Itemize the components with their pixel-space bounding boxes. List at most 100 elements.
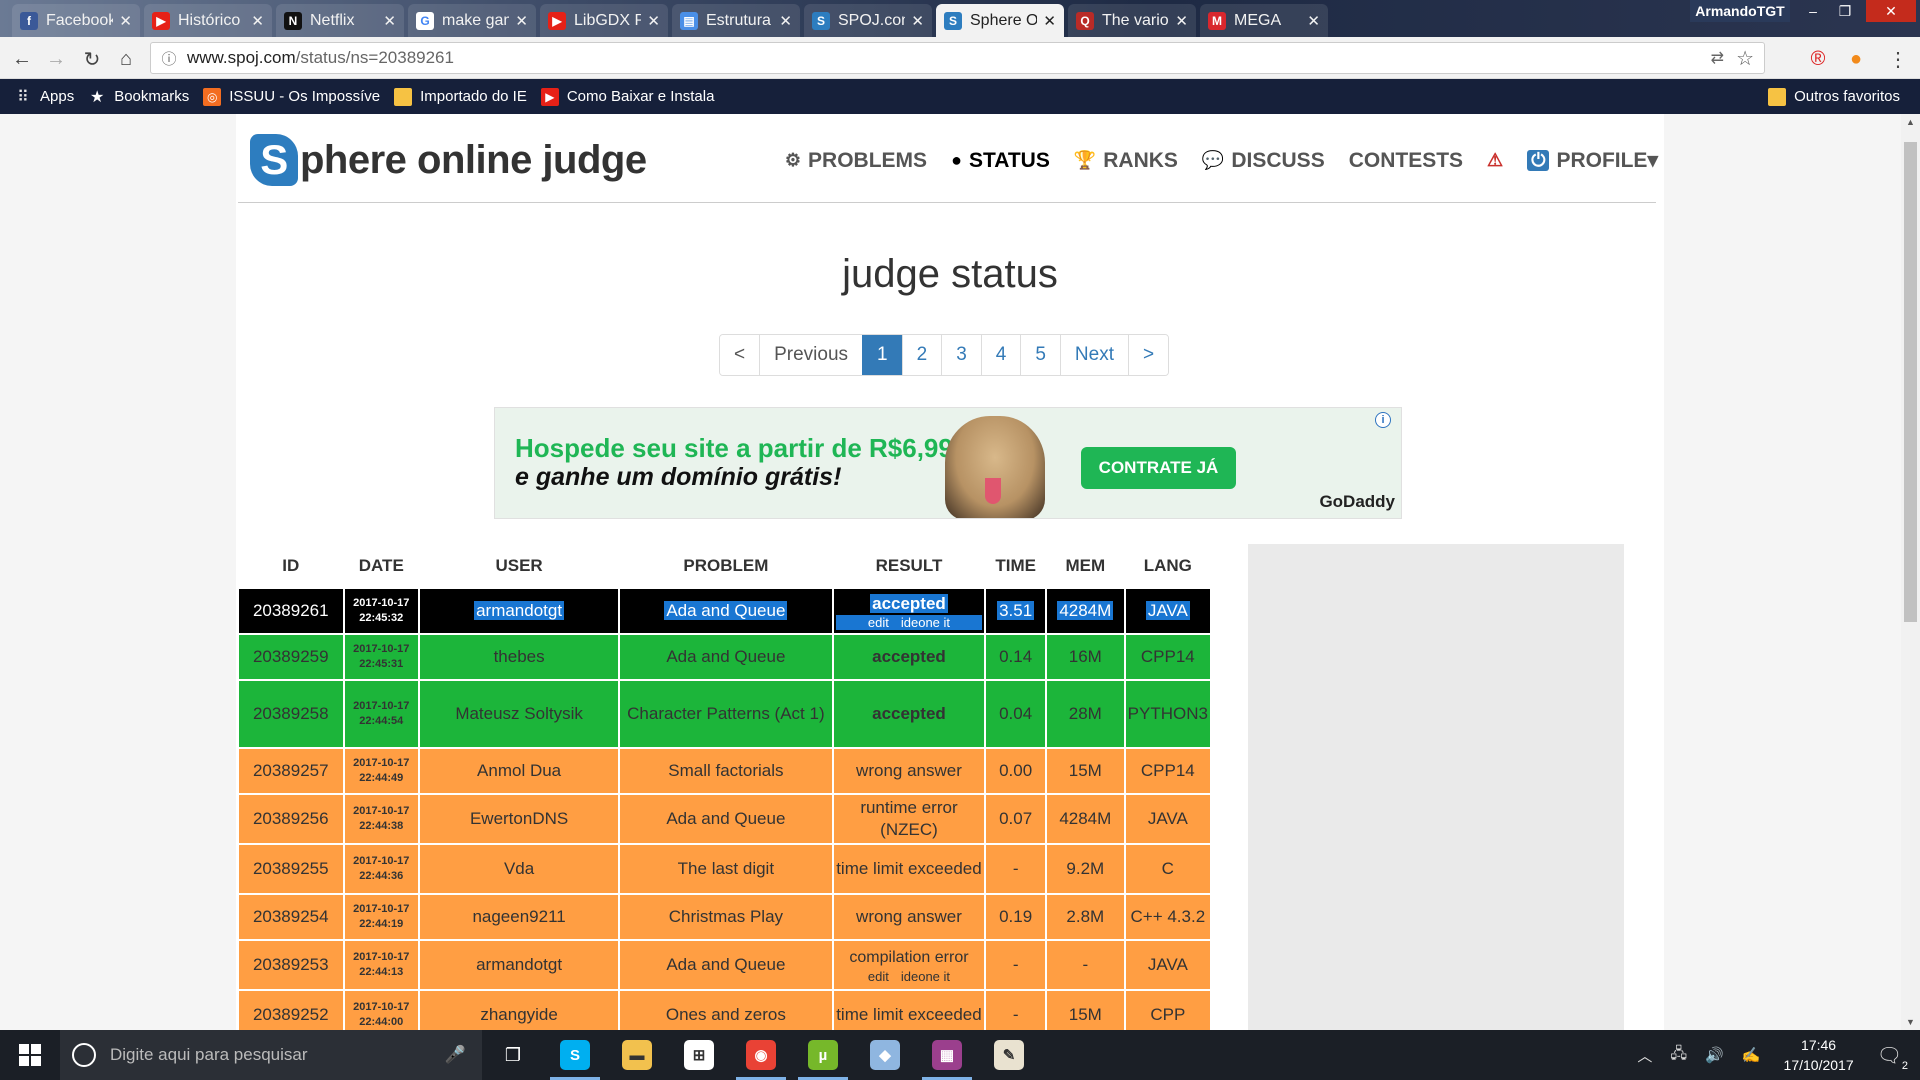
taskbar-clock[interactable]: 17:46 17/10/2017 xyxy=(1784,1035,1854,1075)
tab-close-icon[interactable]: ✕ xyxy=(647,12,660,30)
page-scrollbar[interactable]: ▲ ▼ xyxy=(1901,114,1920,1030)
microphone-icon[interactable]: 🎤 xyxy=(445,1045,466,1065)
minimize-icon[interactable]: ‒ xyxy=(1800,0,1826,22)
advertisement-banner[interactable]: Hospede seu site a partir de R$6,99 e ga… xyxy=(494,407,1402,519)
taskbar-app[interactable]: S xyxy=(544,1030,606,1080)
cell-user[interactable]: zhangyide xyxy=(418,989,621,1030)
taskbar-search-box[interactable]: Digite aqui para pesquisar 🎤 xyxy=(60,1030,482,1080)
browser-tab[interactable]: Gmake game ✕ xyxy=(408,4,536,37)
page-link[interactable]: 5 xyxy=(1020,335,1060,375)
browser-tab[interactable]: N Netflix ✕ xyxy=(276,4,404,37)
page-link[interactable]: Next xyxy=(1059,335,1128,375)
tab-close-icon[interactable]: ✕ xyxy=(515,12,528,30)
ad-cta-button[interactable]: CONTRATE JÁ xyxy=(1081,447,1236,489)
browser-tab[interactable]: S Sphere Onlin ✕ xyxy=(936,4,1064,37)
nav-alert[interactable]: ⚠ xyxy=(1487,150,1503,171)
page-link[interactable]: Previous xyxy=(759,335,863,375)
home-icon[interactable]: ⌂ xyxy=(112,45,140,73)
cell-problem[interactable]: Ada and Queue xyxy=(618,939,834,991)
taskbar-app[interactable]: ▬ xyxy=(606,1030,668,1080)
menu-dots-icon[interactable]: ⋮ xyxy=(1884,45,1912,73)
browser-tab[interactable]: S SPOJ.com - ✕ xyxy=(804,4,932,37)
cell-user[interactable]: Anmol Dua xyxy=(418,747,621,795)
bookmark-item[interactable]: ◎ ISSUU - Os Impossíve xyxy=(203,87,380,106)
nav-contests[interactable]: CONTESTS xyxy=(1349,149,1463,173)
browser-profile-button[interactable]: ArmandoTGT xyxy=(1690,0,1790,22)
address-bar[interactable]: ⓘ www.spoj.com/status/ns=20389261 ⇄ ☆ xyxy=(150,42,1765,74)
taskbar-app[interactable]: ⊞ xyxy=(668,1030,730,1080)
page-link[interactable]: > xyxy=(1128,335,1169,375)
tray-chevron-icon[interactable]: ︿ xyxy=(1637,1045,1652,1066)
extension-2-icon[interactable]: ● xyxy=(1842,45,1870,73)
page-link[interactable]: 2 xyxy=(901,335,942,375)
browser-tab[interactable]: f Facebook ✕ xyxy=(12,4,140,37)
cell-user[interactable]: thebes xyxy=(418,633,621,681)
nav-status[interactable]: ● STATUS xyxy=(951,149,1050,173)
tab-close-icon[interactable]: ✕ xyxy=(383,12,396,30)
taskbar-app[interactable]: ▦ xyxy=(916,1030,978,1080)
extension-icon[interactable]: ® xyxy=(1804,45,1832,73)
tab-close-icon[interactable]: ✕ xyxy=(911,12,924,30)
taskbar-app[interactable]: ◉ xyxy=(730,1030,792,1080)
scroll-down-arrow-icon[interactable]: ▼ xyxy=(1901,1014,1920,1030)
nav-discuss[interactable]: 💬 DISCUSS xyxy=(1202,149,1325,173)
cell-problem[interactable]: Ada and Queue xyxy=(618,587,834,635)
translate-icon[interactable]: ⇄ xyxy=(1711,48,1724,68)
cell-problem[interactable]: Ones and zeros xyxy=(618,989,834,1030)
network-icon[interactable]: 🖧 xyxy=(1670,1043,1687,1068)
taskbar-app[interactable]: µ xyxy=(792,1030,854,1080)
nav-profile[interactable]: ⏻ PROFILE ▾ xyxy=(1527,148,1658,173)
cell-problem[interactable]: Small factorials xyxy=(618,747,834,795)
browser-tab[interactable]: M MEGA ✕ xyxy=(1200,4,1328,37)
task-view-button[interactable]: ❐ xyxy=(482,1030,544,1080)
cell-user[interactable]: armandotgt xyxy=(418,939,621,991)
browser-tab[interactable]: Q The various ✕ xyxy=(1068,4,1196,37)
tab-close-icon[interactable]: ✕ xyxy=(1307,12,1320,30)
cell-user[interactable]: EwertonDNS xyxy=(418,793,621,845)
tab-close-icon[interactable]: ✕ xyxy=(119,12,132,30)
scrollbar-thumb[interactable] xyxy=(1904,142,1917,622)
nav-ranks[interactable]: 🏆 RANKS xyxy=(1074,149,1178,173)
bookmark-item[interactable]: Importado do IE xyxy=(394,87,527,106)
nav-problems[interactable]: ⚙ PROBLEMS xyxy=(785,149,927,173)
page-link[interactable]: < xyxy=(720,335,760,375)
forward-arrow-icon[interactable]: → xyxy=(42,45,70,73)
tab-close-icon[interactable]: ✕ xyxy=(251,12,264,30)
cell-problem[interactable]: Ada and Queue xyxy=(618,793,834,845)
tab-close-icon[interactable]: ✕ xyxy=(779,12,792,30)
scroll-up-arrow-icon[interactable]: ▲ xyxy=(1901,114,1920,130)
bookmark-star-icon[interactable]: ☆ xyxy=(1736,46,1754,71)
cell-problem[interactable]: Christmas Play xyxy=(618,893,834,941)
restore-icon[interactable]: ❐ xyxy=(1832,0,1858,22)
edit-link[interactable]: edit xyxy=(868,615,889,630)
page-link[interactable]: 1 xyxy=(862,335,902,375)
browser-tab[interactable]: ▶ LibGDX Part ✕ xyxy=(540,4,668,37)
edit-link[interactable]: edit xyxy=(868,969,889,984)
site-info-icon[interactable]: ⓘ xyxy=(151,48,187,69)
ideone-link[interactable]: ideone it xyxy=(901,969,950,984)
page-link[interactable]: 4 xyxy=(980,335,1021,375)
cell-user[interactable]: nageen9211 xyxy=(418,893,621,941)
bookmark-item[interactable]: ⠿ Apps xyxy=(14,88,74,106)
volume-icon[interactable]: 🔊 xyxy=(1705,1046,1724,1064)
ideone-link[interactable]: ideone it xyxy=(901,615,950,630)
bookmark-other-folder[interactable]: Outros favoritos xyxy=(1768,87,1900,106)
bookmark-item[interactable]: ★ Bookmarks xyxy=(88,88,189,106)
taskbar-app[interactable]: ◆ xyxy=(854,1030,916,1080)
cell-problem[interactable]: Ada and Queue xyxy=(618,633,834,681)
tab-close-icon[interactable]: ✕ xyxy=(1175,12,1188,30)
cell-user[interactable]: Vda xyxy=(418,843,621,895)
bookmark-item[interactable]: ▶ Como Baixar e Instala xyxy=(540,87,714,106)
browser-tab[interactable]: ▶ Histórico - Yo ✕ xyxy=(144,4,272,37)
page-link[interactable]: 3 xyxy=(941,335,981,375)
cell-user[interactable]: armandotgt xyxy=(418,587,621,635)
cell-problem[interactable]: Character Patterns (Act 1) xyxy=(618,679,834,749)
tab-close-icon[interactable]: ✕ xyxy=(1043,12,1056,30)
close-window-icon[interactable]: ✕ xyxy=(1866,0,1916,22)
taskbar-app[interactable]: ✎ xyxy=(978,1030,1040,1080)
cell-problem[interactable]: The last digit xyxy=(618,843,834,895)
back-arrow-icon[interactable]: ← xyxy=(8,45,36,73)
pen-icon[interactable]: ✍ xyxy=(1742,1046,1761,1064)
notifications-icon[interactable]: 🗨 2 xyxy=(1877,1043,1908,1072)
site-logo[interactable]: Sphere online judge xyxy=(250,134,647,186)
